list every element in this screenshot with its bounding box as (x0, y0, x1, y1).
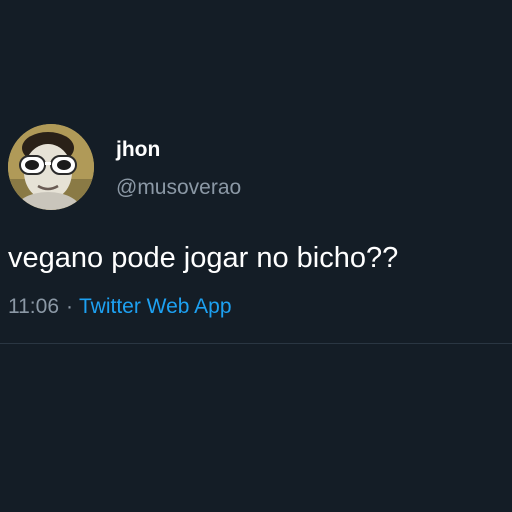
author-avatar[interactable] (8, 124, 94, 210)
avatar-photo-icon (8, 124, 94, 210)
tweet-card: jhon @musoverao vegano pode jogar no bic… (0, 0, 512, 512)
divider (0, 343, 512, 344)
author-handle[interactable]: @musoverao (116, 176, 241, 200)
meta-separator: · (66, 295, 73, 318)
tweet-timestamp[interactable]: 11:06 (8, 295, 59, 318)
author-display-name[interactable]: jhon (116, 138, 160, 162)
tweet-text: vegano pode jogar no bicho?? (8, 242, 399, 274)
tweet-source-link[interactable]: Twitter Web App (79, 295, 232, 318)
tweet-meta: 11:06 · Twitter Web App (8, 294, 232, 320)
